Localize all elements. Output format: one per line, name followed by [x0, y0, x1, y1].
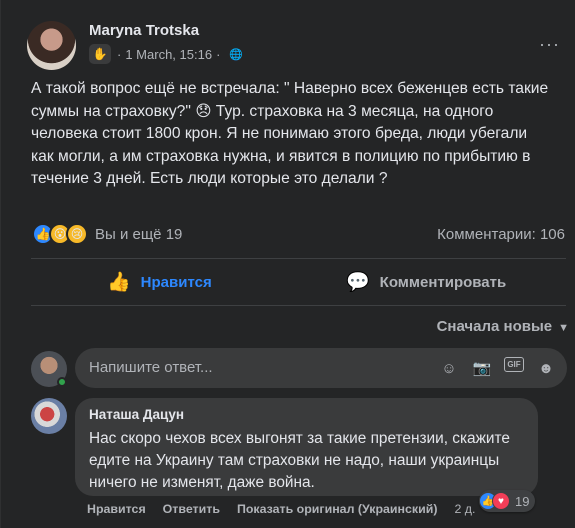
post-author[interactable]: Maryna Trotska	[89, 22, 199, 39]
sort-label: Сначала новые	[436, 318, 553, 335]
heart-reaction-icon: ♥	[492, 492, 510, 510]
waving-hand-icon[interactable]: ✋	[89, 44, 111, 64]
author-avatar[interactable]	[27, 21, 76, 70]
reply-input[interactable]	[89, 359, 419, 376]
more-options-icon[interactable]: ···	[539, 34, 560, 55]
divider	[31, 258, 566, 259]
post-date[interactable]: 1 March, 15:16	[125, 47, 212, 62]
comment-author[interactable]: Наташа Дацун	[89, 407, 184, 422]
globe-icon: 🌐	[229, 48, 244, 61]
chevron-down-icon: ▼	[558, 322, 569, 334]
composer-tools: ☺ 📷 GIF ☻	[438, 357, 557, 379]
sticker-icon[interactable]: ☻	[535, 357, 557, 379]
camera-icon[interactable]: 📷	[471, 357, 493, 379]
comment-text: Нас скоро чехов всех выгонят за такие пр…	[89, 430, 510, 491]
sad-reaction-icon: 😢	[66, 223, 88, 245]
speech-bubble-icon: 💬	[346, 272, 370, 293]
comment-label: Комментировать	[379, 273, 507, 291]
like-label: Нравится	[140, 273, 212, 291]
comment-like-link[interactable]: Нравится	[87, 502, 146, 516]
like-button[interactable]: 👍 Нравится	[107, 270, 212, 294]
comment-reaction-count: 19	[515, 493, 530, 509]
meta-separator: ·	[117, 46, 122, 62]
reply-box[interactable]: ☺ 📷 GIF ☻	[75, 348, 567, 388]
post-text: А такой вопрос ещё не встречала: " Навер…	[31, 80, 549, 188]
comment-reactions[interactable]: 👍 ♥ 19	[479, 490, 536, 512]
comment-actions: Нравится Ответить Показать оригинал (Укр…	[87, 502, 475, 516]
online-status-dot	[57, 377, 67, 387]
reactions-text[interactable]: Вы и ещё 19	[95, 226, 182, 243]
gif-icon[interactable]: GIF	[504, 357, 524, 372]
show-original-link[interactable]: Показать оригинал (Украинский)	[237, 502, 438, 516]
comment-reply-link[interactable]: Ответить	[163, 502, 220, 516]
post-meta: ✋ · 1 March, 15:16 · 🌐	[89, 44, 243, 64]
meta-separator: ·	[216, 46, 221, 62]
thumbs-up-icon: 👍	[107, 272, 131, 293]
reactions-summary[interactable]: 👍 😮 😢 Вы и ещё 19	[32, 223, 182, 245]
sort-dropdown[interactable]: Сначала новые ▼	[437, 318, 569, 335]
commenter-avatar[interactable]	[31, 398, 67, 434]
emoji-icon[interactable]: ☺	[438, 357, 460, 379]
comment-time[interactable]: 2 д.	[454, 502, 475, 516]
divider	[31, 305, 566, 306]
post-card: Maryna Trotska ✋ · 1 March, 15:16 · 🌐 ··…	[0, 0, 575, 528]
comments-count[interactable]: Комментарии: 106	[437, 226, 565, 243]
comment-button[interactable]: 💬 Комментировать	[346, 270, 506, 294]
comment-bubble: Наташа Дацун Нас скоро чехов всех выгоня…	[75, 398, 538, 496]
